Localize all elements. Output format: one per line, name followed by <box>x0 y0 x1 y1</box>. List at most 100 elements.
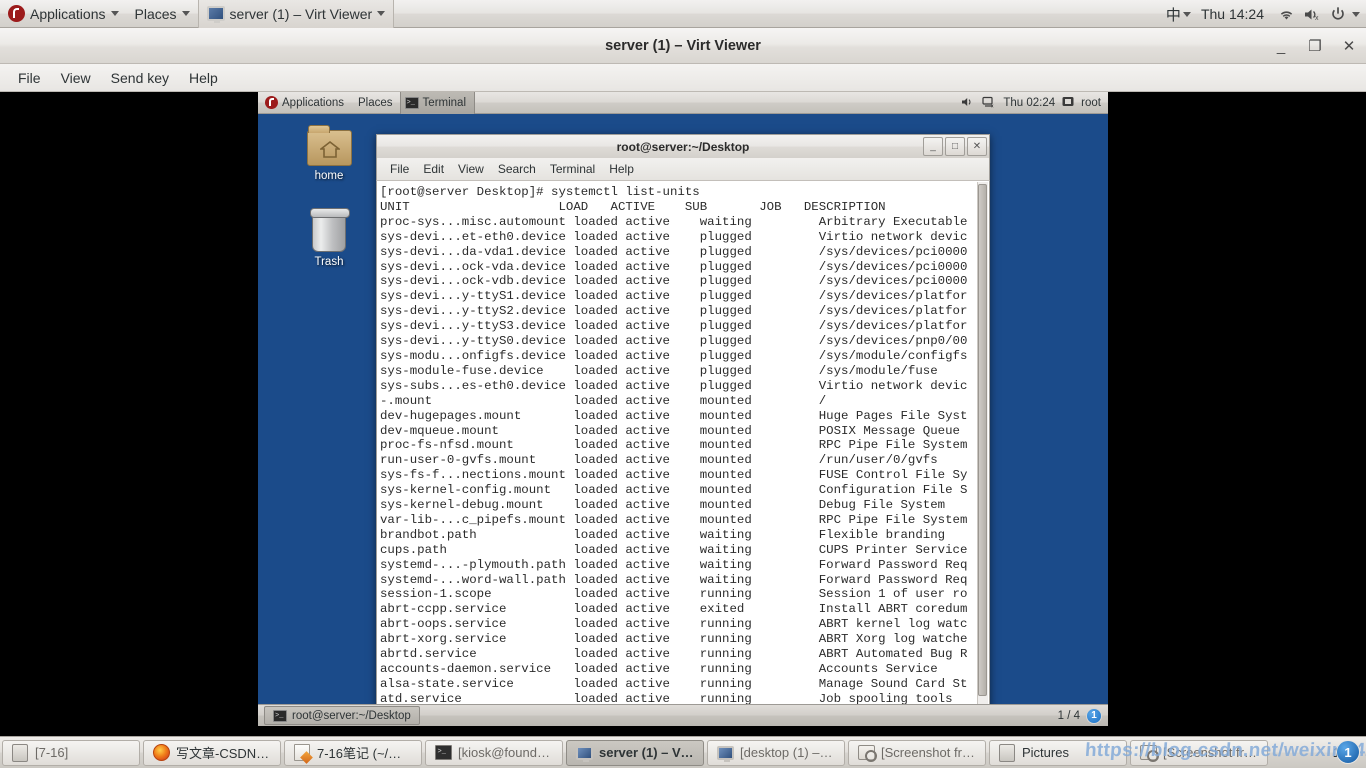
screen-icon <box>716 744 734 762</box>
host-top-panel-tray: 中 Thu 14:24 x <box>1166 0 1366 28</box>
host-active-window-label: server (1) – Virt Viewer <box>229 5 373 22</box>
guest-desktop: home Trash root@server:~/Desktop _ □ ✕ F… <box>258 114 1108 724</box>
files-icon <box>998 743 1016 762</box>
terminal-icon: >_ <box>404 96 419 109</box>
host-taskbar-item-label: server (1) – Vi… <box>599 745 695 760</box>
virt-viewer-menubar: File View Send key Help <box>0 64 1366 92</box>
fedora-logo-icon <box>8 5 25 22</box>
host-taskbar-item[interactable]: [desktop (1) –… <box>707 739 845 766</box>
terminal-menu-edit[interactable]: Edit <box>416 160 451 178</box>
firefox-icon <box>152 744 170 762</box>
terminal-output-area[interactable]: [root@server Desktop]# systemctl list-un… <box>376 181 990 724</box>
terminal-icon: >_ <box>273 709 287 722</box>
svg-text:x: x <box>991 103 994 108</box>
terminal-titlebar[interactable]: root@server:~/Desktop _ □ ✕ <box>376 134 990 158</box>
host-taskbar-item[interactable]: Pictures <box>989 739 1127 766</box>
host-taskbar-item-label: Pictures <box>1022 745 1069 760</box>
host-places-label: Places <box>134 5 177 22</box>
host-taskbar-items: [7-16] 写文章-CSDN… 7-16笔记 (~/… >_ [kiosk@found… <box>2 739 1268 766</box>
input-method-indicator[interactable]: 中 <box>1166 4 1181 25</box>
virt-viewer-window: server (1) – Virt Viewer _ ❐ ✕ File View… <box>0 28 1366 736</box>
desktop-icon-trash[interactable]: Trash <box>292 208 366 268</box>
guest-screen: Applications Places >_ Terminal x Thu 02… <box>258 92 1108 726</box>
host-places-menu[interactable]: Places <box>127 0 198 28</box>
guest-window-task-label: Terminal <box>422 96 467 109</box>
host-taskbar-item-label: 7-16笔记 (~/… <box>317 746 402 761</box>
volume-icon[interactable] <box>961 96 975 111</box>
terminal-menu-help[interactable]: Help <box>602 160 641 178</box>
wifi-icon[interactable] <box>1274 0 1298 28</box>
terminal-close-button[interactable]: ✕ <box>967 137 987 156</box>
host-taskbar-item[interactable]: [7-16] <box>2 739 140 766</box>
terminal-menu-view[interactable]: View <box>451 160 491 178</box>
screenshot-icon <box>857 744 877 762</box>
guest-applications-label: Applications <box>282 96 345 109</box>
guest-taskbar-item-label: root@server:~/Desktop <box>292 709 411 722</box>
volume-muted-icon[interactable]: x <box>1300 0 1324 28</box>
svg-text:x: x <box>1315 15 1319 22</box>
terminal-window-buttons: _ □ ✕ <box>923 137 987 156</box>
trash-icon <box>310 208 350 252</box>
virt-viewer-titlebar[interactable]: server (1) – Virt Viewer _ ❐ ✕ <box>0 28 1366 64</box>
menu-help[interactable]: Help <box>179 67 228 89</box>
user-icon <box>1062 96 1074 111</box>
home-folder-icon <box>306 125 352 166</box>
terminal-vertical-scrollbar[interactable] <box>977 182 988 723</box>
network-icon[interactable]: x <box>982 96 996 111</box>
terminal-menu-terminal[interactable]: Terminal <box>543 160 602 178</box>
host-taskbar-item[interactable]: server (1) – Vi… <box>566 739 704 766</box>
terminal-title: root@server:~/Desktop <box>616 139 750 154</box>
guest-bottom-panel: >_ root@server:~/Desktop 1 / 4 1 <box>258 704 1108 726</box>
files-icon <box>11 743 29 762</box>
host-taskbar-item[interactable]: [Screenshot fr… <box>848 739 986 766</box>
chevron-down-icon <box>377 11 386 16</box>
desktop-icon-trash-label: Trash <box>314 256 344 268</box>
terminal-text: [root@server Desktop]# systemctl list-un… <box>380 185 968 721</box>
close-button[interactable]: ✕ <box>1340 37 1358 55</box>
terminal-menu-file[interactable]: File <box>383 160 416 178</box>
host-taskbar-item-label: [desktop (1) –… <box>740 745 833 760</box>
guest-places-menu[interactable]: Places <box>351 92 400 114</box>
host-taskbar-item[interactable]: >_ [kiosk@found… <box>425 739 563 766</box>
guest-user-label[interactable]: root <box>1081 97 1101 109</box>
guest-workspace-badge[interactable]: 1 <box>1086 707 1102 724</box>
guest-applications-menu[interactable]: Applications <box>258 92 351 114</box>
fedora-logo-icon <box>265 96 278 109</box>
terminal-maximize-button[interactable]: □ <box>945 137 965 156</box>
guest-top-panel-tray: x Thu 02:24 root <box>961 92 1108 114</box>
host-workspace-badge[interactable]: 1 <box>1336 740 1360 764</box>
guest-workspace-indicator: 1 / 4 <box>1057 709 1080 722</box>
host-taskbar-item[interactable]: 7-16笔记 (~/… <box>284 739 422 766</box>
screenshot-icon <box>1139 744 1159 762</box>
desktop-icon-home[interactable]: home <box>292 125 366 182</box>
host-active-window-menu[interactable]: server (1) – Virt Viewer <box>197 0 395 28</box>
guest-clock[interactable]: Thu 02:24 <box>1003 97 1055 109</box>
terminal-menu-search[interactable]: Search <box>491 160 543 178</box>
host-clock[interactable]: Thu 14:24 <box>1201 6 1264 22</box>
screen-icon <box>575 744 593 762</box>
chevron-down-icon <box>110 11 119 16</box>
screen-icon <box>206 6 225 23</box>
terminal-minimize-button[interactable]: _ <box>923 137 943 156</box>
chevron-down-icon <box>181 11 190 16</box>
chevron-down-icon[interactable] <box>1182 11 1191 17</box>
maximize-button[interactable]: ❐ <box>1306 37 1324 55</box>
terminal-scroll-thumb[interactable] <box>978 184 987 696</box>
host-applications-menu[interactable]: Applications <box>0 0 127 28</box>
host-taskbar-item[interactable]: [Screenshot fr… <box>1130 739 1268 766</box>
guest-top-panel: Applications Places >_ Terminal x Thu 02… <box>258 92 1108 114</box>
terminal-window: root@server:~/Desktop _ □ ✕ File Edit Vi… <box>376 134 990 724</box>
guest-window-task-terminal[interactable]: >_ Terminal <box>399 92 476 114</box>
terminal-icon: >_ <box>434 744 452 762</box>
guest-workspace-switcher[interactable]: 1 / 4 1 <box>1057 707 1106 724</box>
power-icon[interactable] <box>1326 0 1350 28</box>
menu-file[interactable]: File <box>8 67 51 89</box>
host-applications-label: Applications <box>30 5 106 22</box>
chevron-down-icon[interactable] <box>1352 11 1360 17</box>
menu-view[interactable]: View <box>51 67 101 89</box>
host-taskbar-item[interactable]: 写文章-CSDN… <box>143 739 281 766</box>
guest-taskbar-item-terminal[interactable]: >_ root@server:~/Desktop <box>264 706 420 725</box>
menu-send-key[interactable]: Send key <box>101 67 179 89</box>
screen-root: Applications Places server (1) – Virt Vi… <box>0 0 1366 768</box>
minimize-button[interactable]: _ <box>1272 38 1290 55</box>
